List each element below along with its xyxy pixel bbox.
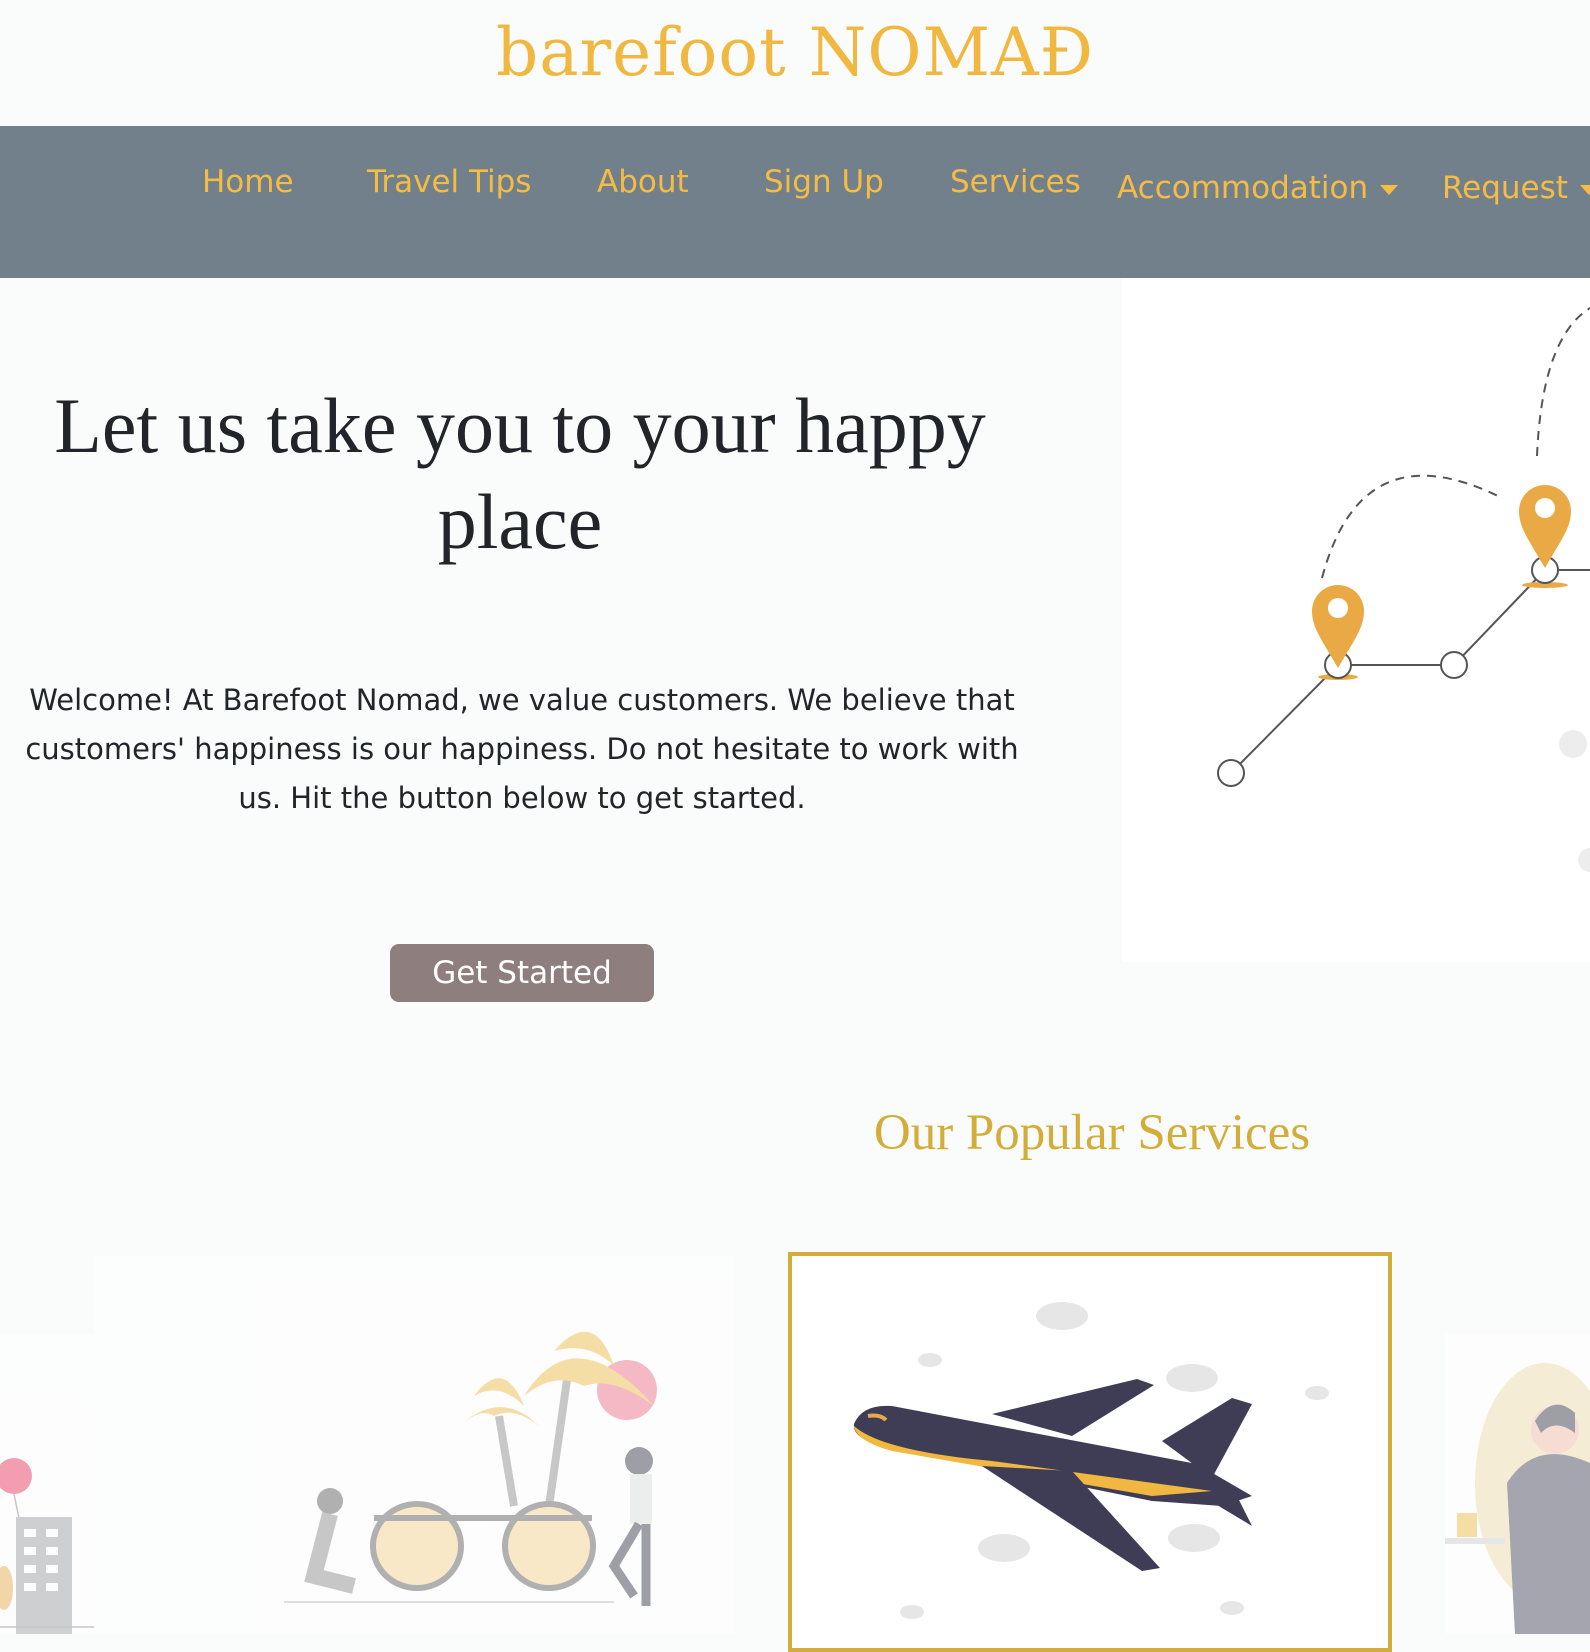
header: barefoot NOMAĐ <box>0 0 1590 126</box>
get-started-button[interactable]: Get Started <box>390 944 654 1002</box>
nav-home[interactable]: Home <box>202 164 294 200</box>
city-illustration-icon <box>0 1458 94 1634</box>
services-section-title: Our Popular Services <box>873 1105 1311 1161</box>
hero-illustration <box>1122 278 1590 962</box>
vacation-illustration-icon <box>284 1331 657 1606</box>
nav-request-label: Request <box>1442 170 1568 206</box>
chevron-down-icon <box>1380 184 1399 195</box>
main-navbar: Home Travel Tips About Sign Up Services … <box>0 126 1590 278</box>
nav-accommodation-dropdown[interactable]: Accommodation <box>1117 170 1399 206</box>
brand-logo[interactable]: barefoot NOMAĐ <box>0 14 1590 91</box>
nav-accommodation-label: Accommodation <box>1117 170 1369 206</box>
airplane-illustration-icon <box>853 1302 1329 1619</box>
nav-about[interactable]: About <box>597 164 689 200</box>
nav-sign-up[interactable]: Sign Up <box>764 164 884 200</box>
service-card-flights[interactable] <box>788 1252 1392 1652</box>
chevron-down-icon <box>1579 184 1590 195</box>
service-card-city[interactable] <box>0 1333 94 1634</box>
nav-services[interactable]: Services <box>950 164 1081 200</box>
service-card-work[interactable] <box>1445 1333 1590 1634</box>
hero-description: Welcome! At Barefoot Nomad, we value cus… <box>25 683 1019 815</box>
work-illustration-icon <box>1445 1363 1590 1634</box>
nav-request-dropdown[interactable]: Request <box>1442 170 1590 206</box>
service-card-vacation[interactable] <box>94 1256 734 1634</box>
route-map-icon <box>1217 307 1590 872</box>
nav-travel-tips[interactable]: Travel Tips <box>367 164 531 200</box>
hero-title: Let us take you to your happy place <box>54 382 986 565</box>
